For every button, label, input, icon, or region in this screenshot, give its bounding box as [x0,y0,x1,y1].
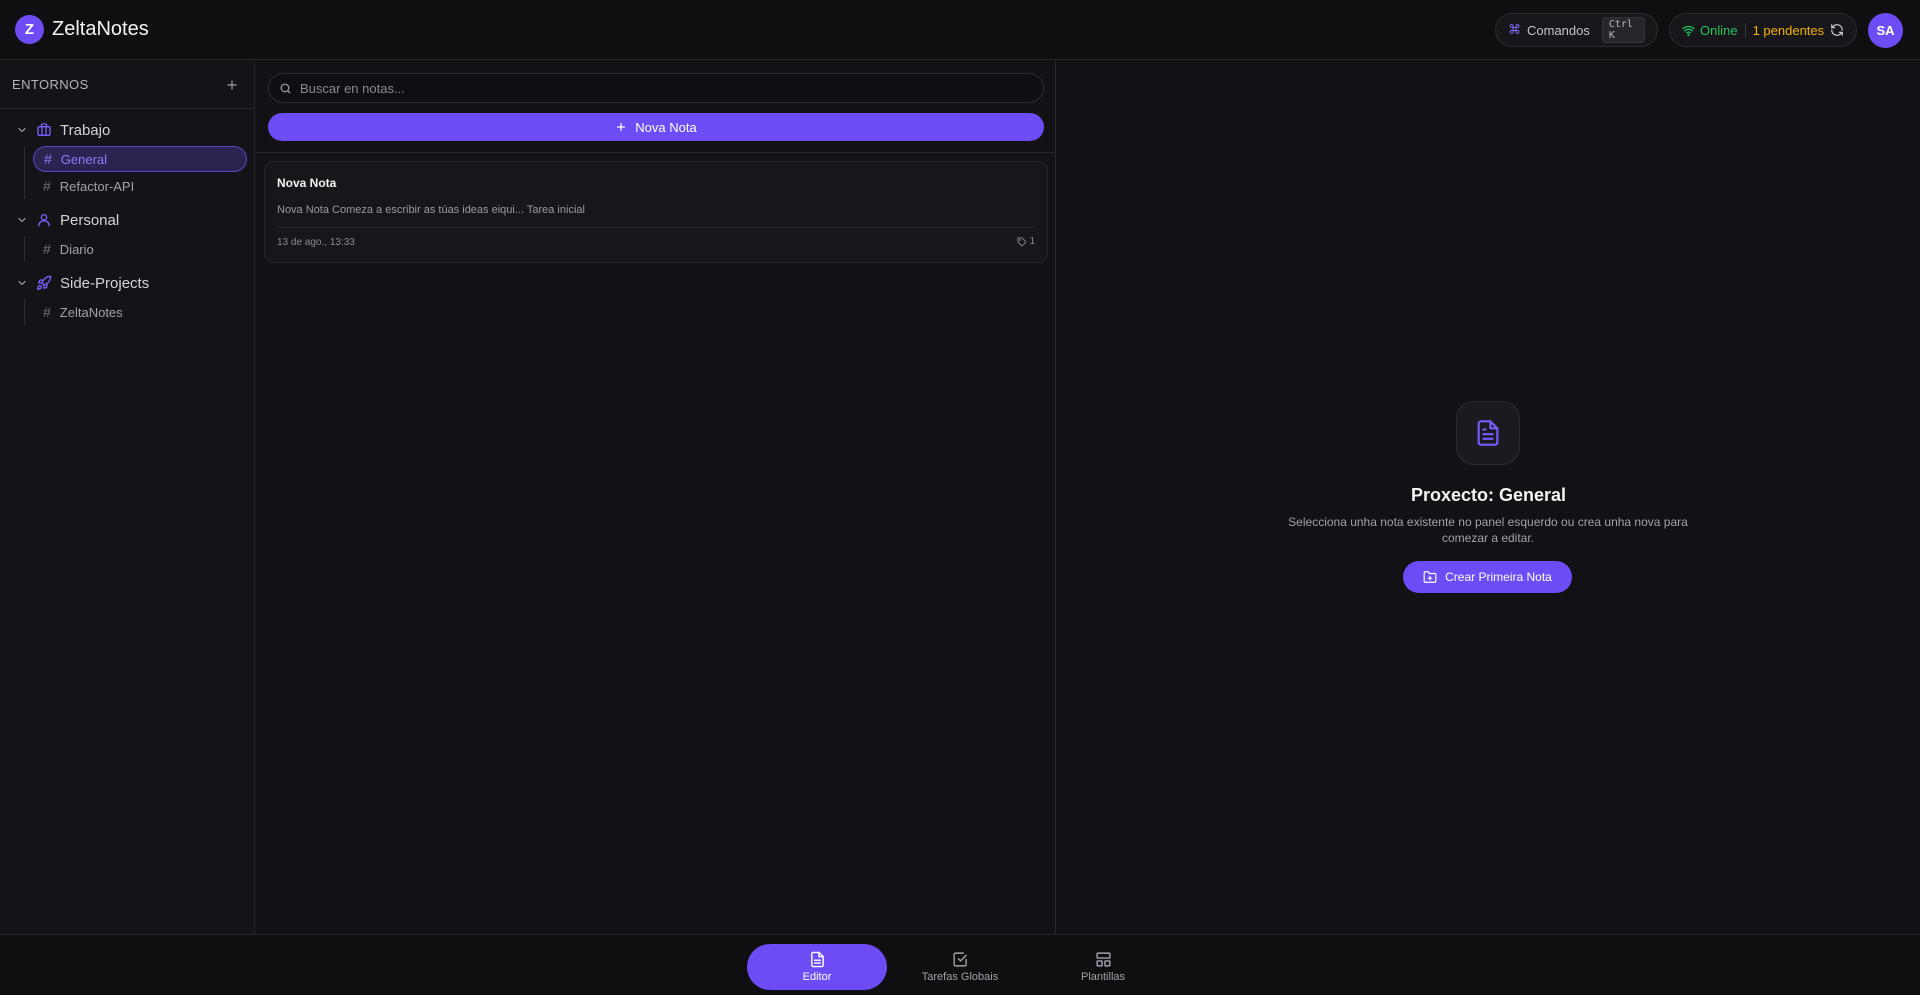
project-label: Diario [59,241,94,257]
search-input[interactable] [300,80,1033,96]
chevron-down-icon [16,277,28,289]
new-note-button[interactable]: Nova Nota [268,113,1044,141]
layout-icon [1095,951,1112,968]
tag-icon [1017,236,1027,247]
environment-header-trabajo[interactable]: Trabajo [0,115,254,145]
new-note-label: Nova Nota [635,119,697,135]
project-list: # Diario [24,236,254,262]
command-palette-button[interactable]: ⌘ Comandos Ctrl K [1495,13,1658,47]
environment-label: Personal [60,211,120,229]
sidebar-heading: ENTORNOS [12,77,89,92]
tag-count: 1 [1029,236,1035,247]
list-divider [256,152,1056,153]
notes-panel: Nova Nota Nova Nota Nova Nota Comeza a e… [256,61,1056,934]
app-title: ZeltaNotes [52,18,149,40]
project-label: ZeltaNotes [59,304,123,320]
nav-templates[interactable]: Plantillas [1033,944,1173,990]
project-general[interactable]: # General [33,146,247,172]
online-label: Online [1700,22,1738,38]
project-label: General [60,151,108,167]
nav-global-tasks[interactable]: Tarefas Globais [890,944,1030,990]
plus-icon [615,121,627,133]
project-list: # General # Refactor-API [24,146,254,199]
create-first-note-button[interactable]: Crear Primeira Nota [1403,561,1572,593]
hash-icon: # [44,151,52,167]
nav-editor-label: Editor [802,971,832,983]
check-square-icon [952,951,969,968]
plus-icon [227,79,237,90]
folder-plus-icon [1423,570,1437,584]
environment-trabajo: Trabajo # General # Refactor-API [0,115,254,199]
chevron-down-icon [16,214,28,226]
nav-editor[interactable]: Editor [747,944,887,990]
empty-state-title: Proxecto: General [1410,485,1567,505]
editor-panel: Proxecto: General Selecciona unha nota e… [1057,61,1920,934]
hash-icon: # [43,241,51,257]
app-logo[interactable]: Z [15,15,44,44]
note-date: 13 de ago., 13:33 [277,237,355,248]
hash-icon: # [43,178,51,194]
command-icon: ⌘ [1508,22,1521,37]
document-icon [1456,401,1520,465]
project-zeltanotes[interactable]: # ZeltaNotes [33,299,247,325]
add-environment-button[interactable] [222,75,242,95]
status-divider [1744,23,1746,37]
sidebar-header: ENTORNOS [0,61,254,109]
empty-state-description: Selecciona unha nota existente no panel … [1288,515,1688,545]
wifi-icon [1682,24,1695,37]
environment-header-personal[interactable]: Personal [0,205,254,235]
file-text-icon [809,951,826,968]
rocket-icon [36,275,52,291]
project-label: Refactor-API [59,178,135,194]
project-list: # ZeltaNotes [24,299,254,325]
pending-count: 1 pendentes [1752,22,1825,38]
note-separator [277,227,1035,228]
note-preview: Nova Nota Comeza a escribir as túas idea… [277,204,585,216]
chevron-down-icon [16,124,28,136]
environment-label: Side-Projects [60,274,150,292]
note-tag-count: 1 [1017,236,1035,247]
top-bar: Z ZeltaNotes ⌘ Comandos Ctrl K Online 1 … [0,0,1920,60]
briefcase-icon [36,122,52,138]
project-diario[interactable]: # Diario [33,236,247,262]
environment-side-projects: Side-Projects # ZeltaNotes [0,268,254,325]
environment-label: Trabajo [60,121,111,139]
environment-header-side-projects[interactable]: Side-Projects [0,268,254,298]
note-card[interactable]: Nova Nota Nova Nota Comeza a escribir as… [264,161,1048,263]
command-label: Comandos [1527,22,1590,38]
create-first-note-label: Crear Primeira Nota [1445,570,1552,584]
user-avatar[interactable]: SA [1868,13,1903,48]
search-icon [279,82,292,95]
sync-status: Online 1 pendentes [1669,13,1857,47]
sync-icon[interactable] [1830,23,1844,37]
project-refactor-api[interactable]: # Refactor-API [33,173,247,199]
search-bar[interactable] [268,73,1044,103]
nav-global-tasks-label: Tarefas Globais [921,971,999,983]
nav-templates-label: Plantillas [1080,971,1126,983]
environment-personal: Personal # Diario [0,205,254,262]
online-status: Online [1682,23,1738,38]
user-icon [36,212,52,228]
shortcut-hint: Ctrl K [1601,17,1645,43]
hash-icon: # [43,304,51,320]
note-title: Nova Nota [277,176,337,190]
bottom-nav: Editor Tarefas Globais Plantillas [0,934,1920,995]
sidebar: ENTORNOS Trabajo # General # Refactor-AP… [0,61,255,934]
